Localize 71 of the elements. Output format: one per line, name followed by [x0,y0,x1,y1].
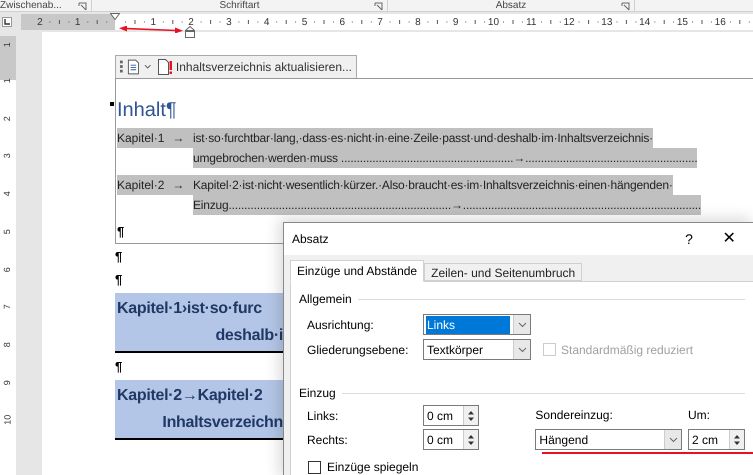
dialog-launcher-icon[interactable] [374,2,383,11]
dialog-launcher-icon[interactable] [78,2,87,11]
field-anchor-mark [110,102,114,106]
paragraph-mark: ¶ [115,271,122,289]
toc-entry-text: Kapitel·2·ist·nicht·wesentlich·kürzer.·Also·braucht·es·im·Inhaltsverzeichnis·einen·hängenden· [193,175,673,195]
ruler-number: 7 [1,304,14,310]
special-indent-dropdown[interactable]: Hängend [535,429,682,450]
group-heading: Allgemein [299,291,352,308]
document-list-icon[interactable] [126,59,140,75]
caret-icon[interactable] [144,64,151,70]
spin-arrows-icon [733,432,741,446]
spin-field[interactable]: 2 cm [688,429,745,450]
dialog-tab[interactable]: Einzüge und Abstände [290,260,424,282]
caret-icon [518,322,526,328]
field-label: Rechts: [307,432,349,448]
spin-field[interactable]: 0 cm [423,405,479,426]
document-alert-icon [156,59,173,75]
field-label: Um: [688,407,711,424]
ruler-number: 3 [1,154,14,159]
field-label: Gliederungsebene: [307,342,410,358]
alignment-dropdown[interactable]: Links [423,314,531,335]
ruler-number: 6 [1,266,14,272]
grip-icon[interactable] [120,60,123,74]
outline-level-dropdown[interactable]: Textkörper [423,339,531,360]
ruler-number: 8 [1,342,14,348]
heading-text: Kapitel·2→Kapitel·2 [116,386,264,406]
spin-field[interactable]: 0 cm [423,429,479,450]
dialog-launcher-icon[interactable] [621,2,630,11]
double-arrow-annotation [119,26,183,33]
checkbox-label: Standardmäßig reduziert [561,342,694,358]
toc-entry-text: Einzug.......................................................................→............................................................................ [193,195,701,215]
ruler-number: 1 [1,42,14,48]
ribbon-group-label: Schriftart [219,0,260,11]
tab-arrow: → [172,130,184,147]
ruler-number: 2 [1,116,14,122]
spin-arrows-icon [467,408,475,422]
toc-heading: Inhalt¶ [117,98,178,122]
field-label: Ausrichtung: [307,316,375,334]
heading-text: deshalb·i [214,326,283,346]
caret-icon [518,346,526,352]
toc-entry-text: umgebrochen·werden·muss .......................................................→....................................................... [193,148,698,168]
ribbon-group-label: Absatz [496,0,526,11]
toc-entry-text: ist·so·furchtbar·lang,·dass·es·nicht·in·eine·Zeile·passt·und·deshalb·im·Inhaltsverzeichnis· [193,128,653,148]
field-label: Links: [307,408,340,424]
heading-text: Inhaltsverzeichn [161,413,283,433]
field-label: Sondereinzug: [535,407,614,424]
tab-stop-selector-icon[interactable] [2,17,12,27]
ruler-number: 9 [1,380,14,385]
dialog-title: Absatz [292,231,329,248]
paragraph-mark: ¶ [115,358,122,376]
checkbox[interactable] [308,460,321,474]
group-heading: Einzug [299,385,336,402]
spin-arrows-icon [467,432,475,446]
hanging-indent-marker[interactable] [185,26,195,38]
toc-entry-label: Kapitel·1 [117,130,164,147]
checkbox-label: Einzüge spiegeln [327,459,418,475]
ruler-number: 5 [1,229,14,234]
paragraph-mark: ¶ [115,248,122,266]
heading-text: Kapitel·1›ist·so·furc [116,299,263,319]
ruler-number: 4 [1,191,14,196]
ruler-number: 1 [1,78,14,84]
dialog-tab[interactable]: Zeilen- und Seitenumbruch [424,263,582,281]
close-button[interactable]: ✕ [709,227,749,251]
tab-arrow: → [172,177,184,194]
caret-icon [668,436,678,442]
update-toc-button[interactable]: Inhaltsverzeichnis aktualisieren... [156,58,352,76]
toc-entry-label: Kapitel·2 [117,177,164,194]
ribbon-group-label: Zwischenab... [0,0,62,11]
ruler-number: 10 [1,415,14,426]
paragraph-mark: ¶ [117,223,124,241]
help-button[interactable]: ? [669,228,709,250]
